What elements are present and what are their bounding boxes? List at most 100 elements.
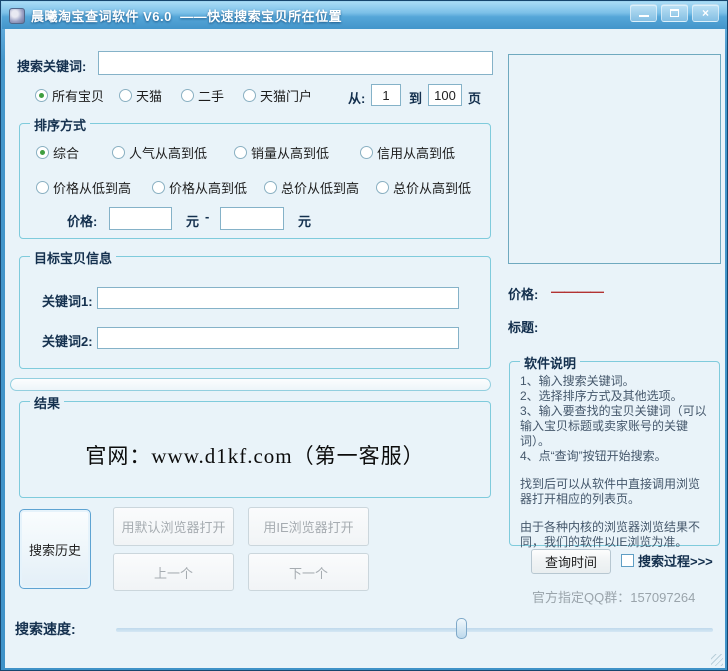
close-button[interactable]: × bbox=[692, 4, 719, 22]
radio-label: 二手 bbox=[198, 86, 224, 105]
price-unit-min-label: 元 bbox=[186, 211, 199, 230]
radio-label: 人气从高到低 bbox=[129, 143, 207, 162]
radio-label: 价格从高到低 bbox=[169, 178, 247, 197]
help-step: 3、输入要查找的宝贝关键词（可以输入宝贝标题或卖家账号的关键词）。 bbox=[520, 404, 710, 449]
window-controls: × bbox=[630, 4, 719, 22]
search-keyword-label: 搜索关键词: bbox=[17, 56, 86, 75]
radio-dot bbox=[234, 146, 247, 159]
radio-dot bbox=[243, 89, 256, 102]
detail-title-label: 标题: bbox=[508, 317, 538, 336]
price-unit-max-label: 元 bbox=[298, 211, 311, 230]
detail-price-label: 价格: bbox=[508, 284, 538, 303]
radio-dot bbox=[360, 146, 373, 159]
help-note: 找到后可以从软件中直接调用浏览器打开相应的列表页。 bbox=[520, 477, 710, 507]
radio-label: 天猫 bbox=[136, 86, 162, 105]
radio-dot bbox=[119, 89, 132, 102]
speed-slider-thumb[interactable] bbox=[456, 618, 467, 639]
search-keyword-input[interactable] bbox=[98, 51, 493, 75]
radio-scope-secondhand[interactable]: 二手 bbox=[181, 87, 224, 103]
checkbox-box bbox=[621, 554, 634, 567]
radio-label: 综合 bbox=[53, 143, 79, 162]
radio-sort-total-desc[interactable]: 总价从高到低 bbox=[376, 179, 471, 195]
page-from-label: 从: bbox=[348, 88, 365, 107]
radio-sort-price-desc[interactable]: 价格从高到低 bbox=[152, 179, 247, 195]
radio-scope-tmall[interactable]: 天猫 bbox=[119, 87, 162, 103]
search-process-checkbox[interactable]: 搜索过程>>> bbox=[621, 551, 713, 570]
search-history-button[interactable]: 搜索历史 bbox=[19, 509, 91, 589]
price-max-input[interactable] bbox=[220, 207, 284, 230]
price-min-input[interactable] bbox=[109, 207, 172, 230]
help-note: 由于各种内核的浏览器浏览结果不同，我们的软件以IE浏览为准。 bbox=[520, 520, 710, 550]
radio-label: 价格从低到高 bbox=[53, 178, 131, 197]
qq-group-text: 官方指定QQ群：157097264 bbox=[532, 587, 695, 606]
keyword2-label: 关键词2: bbox=[42, 331, 93, 350]
help-text: 1、输入搜索关键词。 2、选择排序方式及其他选项。 3、输入要查找的宝贝关键词（… bbox=[520, 374, 710, 550]
radio-sort-total-asc[interactable]: 总价从低到高 bbox=[264, 179, 359, 195]
radio-dot bbox=[36, 181, 49, 194]
close-icon: × bbox=[702, 7, 709, 19]
preview-picture-box bbox=[508, 54, 721, 264]
radio-label: 天猫门户 bbox=[260, 86, 312, 105]
sort-group-title: 排序方式 bbox=[30, 115, 90, 134]
target-groupbox: 目标宝贝信息 关键词1: 关键词2: bbox=[19, 256, 491, 369]
radio-sort-sales-desc[interactable]: 销量从高到低 bbox=[234, 144, 329, 160]
maximize-button[interactable] bbox=[661, 4, 688, 22]
titlebar[interactable]: 晨曦淘宝查词软件 V6.0 ——快速搜索宝贝所在位置 × bbox=[2, 2, 728, 29]
checkbox-label: 搜索过程>>> bbox=[638, 551, 713, 570]
official-site-watermark: 官网：www.d1kf.com（第一客服） bbox=[20, 440, 490, 470]
radio-sort-comprehensive[interactable]: 综合 bbox=[36, 144, 79, 160]
radio-scope-tmall-portal[interactable]: 天猫门户 bbox=[243, 87, 312, 103]
target-group-title: 目标宝贝信息 bbox=[30, 248, 116, 267]
result-group-title: 结果 bbox=[30, 393, 64, 412]
next-button[interactable]: 下一个 bbox=[248, 553, 369, 591]
previous-button[interactable]: 上一个 bbox=[113, 553, 234, 591]
detail-price-value: ———— bbox=[551, 283, 603, 299]
radio-label: 销量从高到低 bbox=[251, 143, 329, 162]
help-group-title: 软件说明 bbox=[520, 353, 580, 372]
radio-sort-popularity-desc[interactable]: 人气从高到低 bbox=[112, 144, 207, 160]
resize-grip[interactable] bbox=[711, 654, 723, 666]
radio-label: 总价从低到高 bbox=[281, 178, 359, 197]
maximize-icon bbox=[670, 9, 679, 17]
help-step: 1、输入搜索关键词。 bbox=[520, 374, 710, 389]
page-unit-label: 页 bbox=[468, 88, 481, 107]
price-range-dash: - bbox=[205, 209, 209, 224]
search-speed-label: 搜索速度: bbox=[15, 619, 76, 639]
app-icon bbox=[9, 8, 25, 24]
radio-dot bbox=[376, 181, 389, 194]
radio-label: 信用从高到低 bbox=[377, 143, 455, 162]
keyword1-input[interactable] bbox=[97, 287, 459, 309]
radio-dot bbox=[35, 89, 48, 102]
result-groupbox: 结果 官网：www.d1kf.com（第一客服） bbox=[19, 401, 491, 498]
client-area: 搜索关键词: 所有宝贝 天猫 二手 天猫门户 从: 到 页 排序方式 bbox=[5, 29, 725, 668]
radio-scope-all[interactable]: 所有宝贝 bbox=[35, 87, 104, 103]
speed-slider-track[interactable] bbox=[116, 628, 713, 632]
query-time-button[interactable]: 查询时间 bbox=[531, 549, 611, 574]
open-ie-browser-button[interactable]: 用IE浏览器打开 bbox=[248, 507, 369, 546]
radio-dot bbox=[152, 181, 165, 194]
sort-groupbox: 排序方式 综合 人气从高到低 销量从高到低 信用从高到低 价格从低到高 bbox=[19, 123, 491, 239]
progress-bar bbox=[10, 378, 491, 391]
radio-dot bbox=[36, 146, 49, 159]
app-window: 晨曦淘宝查词软件 V6.0 ——快速搜索宝贝所在位置 × 搜索关键词: 所有宝贝… bbox=[0, 0, 728, 671]
price-range-label: 价格: bbox=[67, 211, 97, 230]
page-from-input[interactable] bbox=[371, 84, 401, 106]
window-title: 晨曦淘宝查词软件 V6.0 ——快速搜索宝贝所在位置 bbox=[31, 6, 342, 25]
open-default-browser-button[interactable]: 用默认浏览器打开 bbox=[113, 507, 234, 546]
minimize-button[interactable] bbox=[630, 4, 657, 22]
page-to-input[interactable] bbox=[428, 84, 462, 106]
help-step: 4、点“查询”按钮开始搜索。 bbox=[520, 449, 710, 464]
keyword2-input[interactable] bbox=[97, 327, 459, 349]
radio-label: 所有宝贝 bbox=[52, 86, 104, 105]
keyword1-label: 关键词1: bbox=[42, 291, 93, 310]
help-groupbox: 软件说明 1、输入搜索关键词。 2、选择排序方式及其他选项。 3、输入要查找的宝… bbox=[509, 361, 720, 546]
radio-label: 总价从高到低 bbox=[393, 178, 471, 197]
radio-dot bbox=[264, 181, 277, 194]
page-to-label: 到 bbox=[409, 88, 422, 107]
minimize-icon bbox=[639, 15, 649, 17]
radio-dot bbox=[181, 89, 194, 102]
radio-sort-credit-desc[interactable]: 信用从高到低 bbox=[360, 144, 455, 160]
radio-sort-price-asc[interactable]: 价格从低到高 bbox=[36, 179, 131, 195]
help-step: 2、选择排序方式及其他选项。 bbox=[520, 389, 710, 404]
radio-dot bbox=[112, 146, 125, 159]
